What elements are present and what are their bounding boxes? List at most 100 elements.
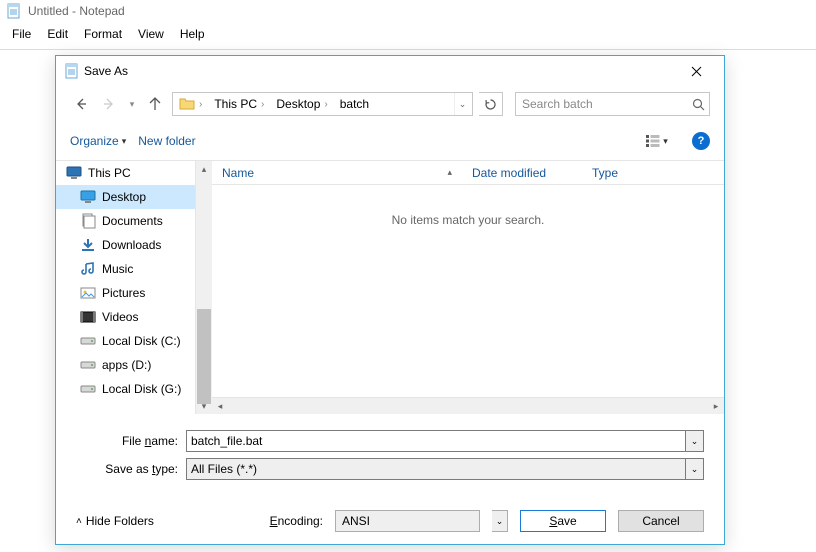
save-as-dialog: Save As ▾ › This PC› Desktop› batch ⌄ Or… [55, 55, 725, 545]
scroll-thumb[interactable] [197, 309, 211, 404]
column-label: Type [592, 166, 618, 180]
breadcrumb-dropdown[interactable]: ⌄ [454, 93, 470, 115]
savetype-dropdown[interactable]: ⌄ [686, 458, 704, 480]
hide-folders-button[interactable]: ˄ Hide Folders [76, 514, 154, 528]
new-folder-button[interactable]: New folder [138, 134, 195, 148]
breadcrumb-thispc[interactable]: This PC› [210, 93, 270, 115]
downloads-icon [80, 237, 96, 253]
column-label: Name [222, 166, 254, 180]
save-button[interactable]: Save [520, 510, 606, 532]
tree-item-disk-d[interactable]: apps (D:) [56, 353, 195, 377]
tree-item-thispc[interactable]: This PC [56, 161, 195, 185]
tree-item-downloads[interactable]: Downloads [56, 233, 195, 257]
menu-format[interactable]: Format [78, 25, 128, 43]
close-button[interactable] [676, 57, 716, 85]
notepad-icon [64, 63, 80, 79]
pictures-icon [80, 285, 96, 301]
chevron-right-icon: › [322, 99, 329, 110]
help-button[interactable]: ? [692, 132, 710, 150]
filename-input[interactable] [186, 430, 686, 452]
breadcrumb-desktop[interactable]: Desktop› [272, 93, 333, 115]
arrow-up-icon [148, 97, 162, 111]
dialog-title: Save As [84, 64, 128, 78]
close-icon [691, 66, 702, 77]
tree-item-pictures[interactable]: Pictures [56, 281, 195, 305]
chevron-down-icon: ▾ [122, 136, 127, 147]
breadcrumb-root[interactable]: › [175, 93, 208, 115]
drive-icon [80, 333, 96, 349]
tree-item-disk-g[interactable]: Local Disk (G:) [56, 377, 195, 401]
recent-dropdown[interactable]: ▾ [126, 93, 138, 115]
forward-button[interactable] [98, 93, 120, 115]
cancel-button[interactable]: Cancel [618, 510, 704, 532]
scroll-left-button[interactable]: ◂ [212, 398, 228, 414]
breadcrumb-label: This PC [214, 97, 257, 111]
monitor-icon [66, 165, 82, 181]
toolbar-label: New folder [138, 134, 195, 148]
filename-dropdown[interactable]: ⌄ [686, 430, 704, 452]
tree-label: Local Disk (C:) [102, 334, 181, 348]
menu-help[interactable]: Help [174, 25, 211, 43]
encoding-dropdown[interactable]: ⌄ [492, 510, 508, 532]
breadcrumb-bar[interactable]: › This PC› Desktop› batch ⌄ [172, 92, 473, 116]
up-button[interactable] [144, 93, 166, 115]
tree-label: Local Disk (G:) [102, 382, 181, 396]
search-box[interactable] [515, 92, 710, 116]
view-mode-button[interactable]: ▾ [640, 130, 674, 152]
refresh-icon [484, 98, 497, 111]
nav-tree: This PC Desktop Documents Downloads Musi… [56, 161, 196, 414]
savetype-combo[interactable]: All Files (*.*) [186, 458, 686, 480]
tree-label: Downloads [102, 238, 161, 252]
tree-label: Pictures [102, 286, 145, 300]
tree-label: Videos [102, 310, 138, 324]
column-name[interactable]: Name ▴ [212, 161, 462, 184]
chevron-right-icon: › [259, 99, 266, 110]
toolbar-label: Organize [70, 134, 119, 148]
column-type[interactable]: Type [582, 161, 724, 184]
back-button[interactable] [70, 93, 92, 115]
organize-button[interactable]: Organize ▾ [70, 134, 126, 148]
menu-edit[interactable]: Edit [41, 25, 74, 43]
desktop-icon [80, 189, 96, 205]
column-label: Date modified [472, 166, 546, 180]
menu-file[interactable]: File [6, 25, 37, 43]
tree-item-desktop[interactable]: Desktop [56, 185, 195, 209]
tree-item-videos[interactable]: Videos [56, 305, 195, 329]
chevron-up-icon: ˄ [76, 516, 82, 527]
tree-item-documents[interactable]: Documents [56, 209, 195, 233]
encoding-value: ANSI [342, 514, 370, 528]
app-titlebar: Untitled - Notepad [0, 0, 816, 22]
cancel-label: Cancel [642, 514, 679, 528]
drive-icon [80, 357, 96, 373]
scroll-down-button[interactable]: ▾ [196, 398, 212, 414]
dialog-titlebar[interactable]: Save As [56, 56, 724, 86]
encoding-label: Encoding: [270, 514, 323, 528]
menu-bar: File Edit Format View Help [0, 22, 816, 50]
tree-item-disk-c[interactable]: Local Disk (C:) [56, 329, 195, 353]
chevron-down-icon: ⌄ [691, 436, 699, 447]
scroll-right-button[interactable]: ▸ [708, 398, 724, 414]
refresh-button[interactable] [479, 92, 503, 116]
form-area: File name: ⌄ Save as type: All Files (*.… [56, 414, 724, 492]
breadcrumb-current[interactable]: batch [336, 93, 373, 115]
tree-scrollbar[interactable]: ▴ ▾ [195, 161, 212, 414]
app-title: Untitled - Notepad [28, 4, 125, 18]
view-details-icon [646, 135, 660, 147]
menu-view[interactable]: View [132, 25, 170, 43]
column-date[interactable]: Date modified [462, 161, 582, 184]
arrow-right-icon [102, 97, 116, 111]
chevron-right-icon: › [197, 99, 204, 110]
help-icon: ? [698, 135, 705, 147]
tree-label: apps (D:) [102, 358, 151, 372]
scroll-up-button[interactable]: ▴ [196, 161, 212, 177]
hide-folders-label: Hide Folders [86, 514, 154, 528]
toolbar-row: Organize ▾ New folder ▾ ? [56, 126, 724, 161]
chevron-down-icon: ▾ [663, 136, 668, 147]
encoding-combo[interactable]: ANSI [335, 510, 480, 532]
list-hscrollbar[interactable]: ◂ ▸ [212, 397, 724, 414]
search-input[interactable] [520, 96, 692, 112]
sort-asc-icon: ▴ [447, 167, 452, 178]
tree-label: Desktop [102, 190, 146, 204]
tree-item-music[interactable]: Music [56, 257, 195, 281]
chevron-down-icon: ⌄ [691, 464, 699, 475]
